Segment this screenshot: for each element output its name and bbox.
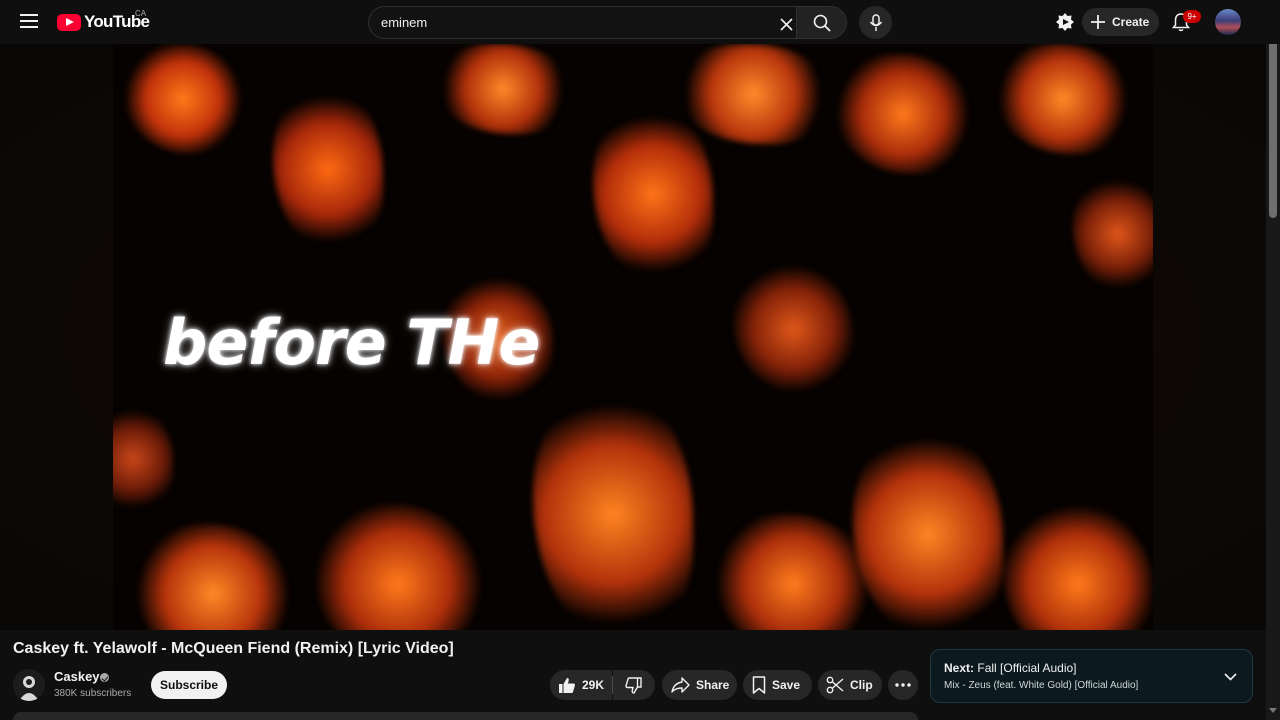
search-input[interactable]: eminem bbox=[381, 15, 427, 30]
search-box[interactable]: eminem bbox=[368, 6, 796, 39]
create-button[interactable]: Create bbox=[1082, 8, 1159, 36]
clip-button[interactable]: Clip bbox=[818, 670, 882, 700]
search-icon bbox=[813, 14, 831, 32]
description-box[interactable] bbox=[13, 712, 918, 720]
flame-decoration bbox=[833, 54, 973, 174]
subscriber-count: 380K subscribers bbox=[54, 688, 132, 699]
flame-decoration bbox=[993, 44, 1133, 154]
channel-avatar[interactable] bbox=[13, 669, 45, 701]
clip-label: Clip bbox=[850, 678, 873, 692]
notification-badge: 9+ bbox=[1183, 10, 1201, 23]
flame-decoration bbox=[1003, 504, 1153, 630]
lyric-caption: before THe bbox=[163, 306, 540, 379]
flame-decoration bbox=[1073, 174, 1153, 294]
flame-decoration bbox=[113, 404, 173, 514]
chevron-down-icon bbox=[1223, 673, 1237, 681]
share-icon bbox=[671, 677, 690, 693]
channel-avatar-image bbox=[13, 669, 45, 701]
create-label: Create bbox=[1112, 15, 1150, 29]
studio-button[interactable] bbox=[1052, 9, 1078, 35]
save-button[interactable]: Save bbox=[743, 670, 812, 700]
flame-decoration bbox=[673, 44, 833, 144]
thumbs-down-icon bbox=[625, 676, 642, 694]
country-code: CA bbox=[135, 9, 147, 18]
page-scrollbar[interactable] bbox=[1266, 0, 1280, 720]
top-bar: YouTube CA eminem Create 9+ bbox=[0, 0, 1280, 44]
like-button[interactable]: 29K bbox=[550, 670, 612, 700]
more-horizontal-icon bbox=[895, 683, 911, 687]
video-title: Caskey ft. Yelawolf - McQueen Fiend (Rem… bbox=[13, 640, 454, 657]
share-label: Share bbox=[696, 678, 730, 692]
flame-decoration bbox=[853, 424, 1003, 630]
next-up-title: Fall [Official Audio] bbox=[977, 661, 1077, 675]
mic-icon bbox=[869, 13, 882, 31]
close-icon bbox=[779, 17, 793, 31]
save-label: Save bbox=[772, 678, 801, 692]
flame-decoration bbox=[593, 104, 713, 284]
bookmark-icon bbox=[752, 676, 766, 694]
share-button[interactable]: Share bbox=[662, 670, 737, 700]
dislike-button[interactable] bbox=[613, 670, 655, 700]
flame-decoration bbox=[123, 44, 243, 154]
flame-decoration bbox=[713, 514, 873, 630]
flame-decoration bbox=[313, 504, 483, 630]
scissors-icon bbox=[826, 676, 844, 694]
account-avatar[interactable] bbox=[1215, 9, 1241, 35]
next-up-prefix: Next: bbox=[944, 661, 975, 675]
studio-icon bbox=[1056, 13, 1074, 31]
youtube-play-icon bbox=[57, 13, 81, 31]
scroll-down-arrow-icon[interactable] bbox=[1269, 708, 1277, 713]
channel-name[interactable]: Caskey bbox=[54, 669, 100, 684]
search-button[interactable] bbox=[796, 6, 847, 39]
video-player[interactable]: before THe bbox=[113, 44, 1153, 630]
flame-decoration bbox=[433, 44, 573, 134]
menu-icon bbox=[20, 14, 38, 28]
search-clear-button[interactable] bbox=[775, 13, 797, 35]
verified-icon bbox=[100, 673, 109, 682]
thumbs-up-icon bbox=[559, 677, 575, 693]
subscribe-button[interactable]: Subscribe bbox=[151, 671, 227, 699]
more-actions-button[interactable] bbox=[888, 670, 918, 700]
flame-decoration bbox=[273, 84, 383, 254]
next-up-card[interactable]: Next: Fall [Official Audio] Mix - Zeus (… bbox=[930, 649, 1253, 703]
next-up-title-line: Next: Fall [Official Audio] bbox=[944, 661, 1077, 675]
flame-decoration bbox=[733, 264, 853, 394]
menu-button[interactable] bbox=[12, 4, 46, 38]
plus-icon bbox=[1091, 15, 1105, 29]
expand-next-button[interactable] bbox=[1221, 668, 1239, 686]
flame-decoration bbox=[133, 524, 293, 630]
flame-decoration bbox=[533, 384, 693, 630]
scrollbar-thumb[interactable] bbox=[1269, 16, 1277, 218]
next-up-subtitle: Mix - Zeus (feat. White Gold) [Official … bbox=[944, 680, 1139, 691]
like-count: 29K bbox=[582, 678, 605, 692]
voice-search-button[interactable] bbox=[859, 6, 892, 39]
